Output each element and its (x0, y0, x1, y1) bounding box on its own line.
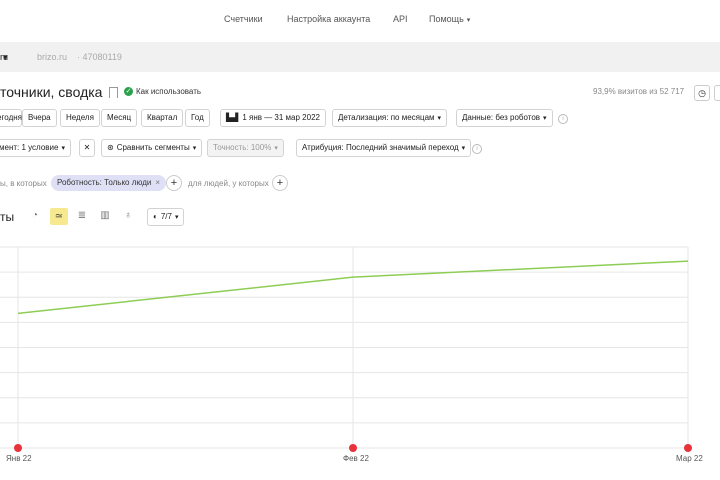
nav-help-label: Помощь (429, 14, 464, 24)
line-chart-icon[interactable]: ≃ (50, 208, 68, 225)
period-quarter[interactable]: Квартал (141, 109, 184, 127)
settings-button[interactable] (714, 85, 720, 101)
x-tick-label: Янв 22 (6, 454, 32, 463)
attribution-label: Атрибуция: Последний значимый переход (302, 143, 459, 152)
nav-help[interactable]: Помощь ▾ (429, 14, 470, 24)
attribution-select[interactable]: Атрибуция: Последний значимый переход ▾ (296, 139, 472, 157)
filter-chip[interactable]: Роботность: Только люди × (51, 175, 167, 191)
compare-segments-button[interactable]: ⊛ Сравнить сегменты ▾ (101, 139, 203, 157)
info-icon[interactable]: i (472, 144, 482, 154)
period-today-label: Сегодня (0, 113, 22, 122)
calendar-icon: ▙▟ (226, 113, 239, 122)
page-title: точники, сводка (0, 84, 103, 100)
filter-chip-label: Роботность: Только люди (57, 178, 152, 187)
chevron-down-icon: ▾ (3, 52, 8, 62)
line-chart: Янв 22 Фев 22 Мар 22 (0, 246, 703, 463)
detail-label: Детализация: по месяцам (338, 113, 435, 122)
period-yesterday[interactable]: Вчера (22, 109, 57, 127)
nav-counters[interactable]: Счетчики (224, 14, 263, 24)
date-range-label: 1 янв — 31 мар 2022 (242, 113, 320, 122)
bar-chart-icon[interactable]: ▥ (98, 209, 112, 223)
top-navigation: Счетчики Настройка аккаунта API Помощь ▾ (0, 0, 720, 40)
chart-title: ты (0, 210, 15, 224)
bookmark-icon[interactable] (109, 87, 118, 98)
series-select[interactable]: ◐ 7/7 ▾ (147, 208, 185, 226)
chevron-down-icon: ▾ (543, 115, 547, 122)
counter-id: · 47080119 (77, 52, 122, 62)
accuracy-label: Точность: 100% (213, 143, 272, 152)
compare-icon: ⊛ (107, 143, 114, 152)
close-icon[interactable]: ✕ (79, 139, 95, 157)
period-month[interactable]: Месяц (101, 109, 138, 127)
period-week[interactable]: Неделя (60, 109, 100, 127)
data-filter-label: Данные: без роботов (462, 113, 541, 122)
nav-account-settings[interactable]: Настройка аккаунта (287, 14, 370, 24)
date-range-picker[interactable]: ▙▟ 1 янв — 31 мар 2022 (220, 109, 326, 127)
compare-segments-label: Сравнить сегменты (116, 143, 190, 152)
close-icon[interactable]: × (155, 178, 160, 187)
accuracy-select[interactable]: Точность: 100% ▾ (207, 139, 284, 157)
chevron-down-icon: ▾ (461, 145, 466, 152)
annotation-marker (14, 444, 22, 452)
detail-select[interactable]: Детализация: по месяцам ▾ (332, 109, 448, 127)
chevron-down-icon: ▾ (274, 145, 278, 152)
chevron-down-icon: ▾ (466, 17, 471, 24)
area-chart-icon[interactable]: ≣ (75, 209, 89, 223)
period-today[interactable]: Сегодня (0, 109, 22, 127)
howto-link[interactable]: ✓ Как использовать (124, 87, 201, 96)
nav-api[interactable]: API (393, 14, 408, 24)
segment-select[interactable]: мент: 1 условие ▾ (0, 139, 71, 157)
series-count: 7/7 (160, 212, 172, 221)
chevron-down-icon: ▾ (437, 115, 442, 122)
annotation-marker (684, 444, 692, 452)
site-name: brizo.ru (37, 52, 68, 62)
data-filter-select[interactable]: Данные: без роботов ▾ (456, 109, 553, 127)
period-year[interactable]: Год (185, 109, 210, 127)
counter-bar: ru ▾ brizo.ru · 47080119 (0, 42, 720, 72)
chevron-down-icon: ▾ (61, 145, 65, 152)
chevron-down-icon: ▾ (174, 214, 179, 221)
add-user-filter-button[interactable]: + (272, 175, 288, 191)
chevron-down-icon: ▾ (192, 145, 197, 152)
info-icon[interactable]: i (558, 114, 568, 124)
segment-label: мент: 1 условие (0, 143, 59, 152)
pie-chart-icon[interactable]: ◔ (28, 209, 42, 223)
filter-prefix-text: ы, в которых (0, 179, 47, 188)
clock-icon[interactable]: ◷ (694, 85, 710, 101)
filter-suffix-text: для людей, у которых (188, 179, 269, 188)
map-pin-icon[interactable]: ♁ (121, 209, 135, 223)
visits-sample-text: 93,9% визитов из 52 717 (593, 87, 685, 96)
x-tick-label: Фев 22 (343, 454, 369, 463)
howto-label: Как использовать (136, 87, 202, 96)
series-icon: ◐ (153, 212, 158, 221)
add-filter-button[interactable]: + (166, 175, 182, 191)
check-circle-icon: ✓ (124, 87, 133, 96)
x-tick-label: Мар 22 (676, 454, 703, 463)
annotation-marker (349, 444, 357, 452)
